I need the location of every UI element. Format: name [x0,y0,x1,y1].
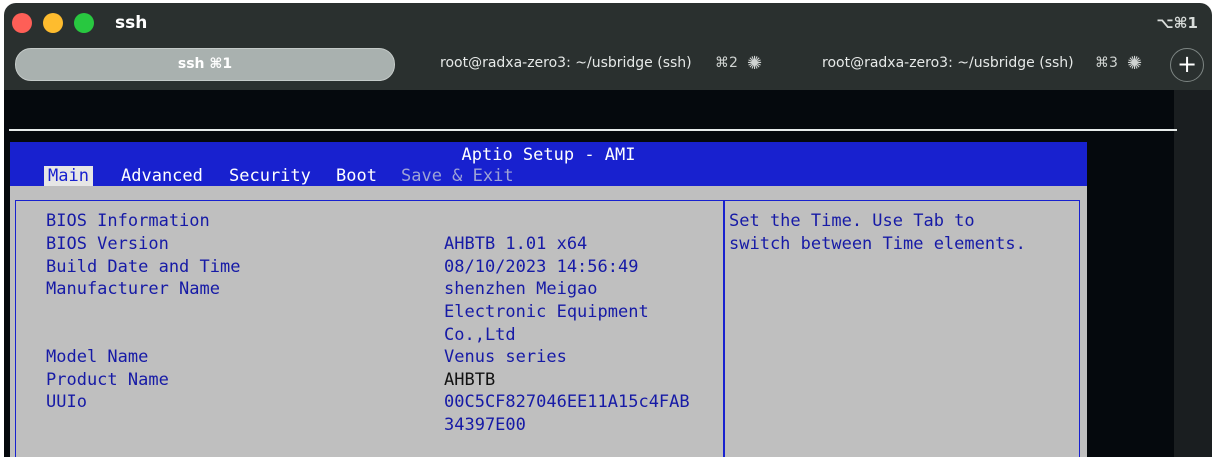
window-shortcut: ⌥⌘1 [1156,14,1198,32]
bios-info-heading: BIOS Information [46,211,210,231]
window-title: ssh [115,13,148,33]
product-name-value: AHBTB [444,370,496,390]
divider-line [9,129,1177,131]
uuid-value-line-2: 34397E00 [444,415,526,435]
help-panel: Set the Time. Use Tab to switch between … [724,200,1080,457]
bios-title: Aptio Setup - AMI [461,145,636,165]
bios-menu-save-exit[interactable]: Save & Exit [401,166,514,186]
new-tab-button[interactable]: + [1170,48,1204,82]
tab-label: root@radxa-zero3: ~/usbridge (ssh) [440,55,692,71]
bios-menu-boot[interactable]: Boot [336,166,377,186]
spinner-icon: ✺ [1127,53,1143,74]
bios-menu-security[interactable]: Security [229,166,311,186]
manufacturer-value-line-3: Co.,Ltd [444,325,516,345]
terminal-content[interactable]: Aptio Setup - AMI Main Advanced Security… [4,90,1212,457]
bios-info-panel: BIOS Information BIOS Version AHBTB 1.01… [15,200,724,457]
bios-menu-advanced[interactable]: Advanced [121,166,203,186]
uuid-value-line-1: 00C5CF827046EE11A15c4FAB [444,392,690,412]
tab-ssh-1[interactable]: ssh ⌘1 [15,48,395,81]
tab-label: ssh ⌘1 [177,56,233,72]
tab-ssh-2[interactable]: root@radxa-zero3: ~/usbridge (ssh) ⌘2 ✺ [440,48,770,79]
bios-setup-screen: Aptio Setup - AMI Main Advanced Security… [10,142,1087,457]
manufacturer-value-line-2: Electronic Equipment [444,302,649,322]
zoom-window-button[interactable] [74,13,94,33]
tab-shortcut: ⌘2 [715,55,738,71]
scrollbar[interactable] [1174,90,1212,457]
tab-shortcut: ⌘3 [1095,55,1118,71]
help-text-line-1: Set the Time. Use Tab to [729,211,975,231]
model-name-value: Venus series [444,347,567,367]
minimize-window-button[interactable] [43,13,63,33]
bios-version-value: AHBTB 1.01 x64 [444,234,588,254]
build-date-label: Build Date and Time [46,257,241,277]
model-name-label: Model Name [46,347,149,367]
product-name-label: Product Name [46,370,169,390]
terminal-window: ssh ⌥⌘1 ssh ⌘1 root@radxa-zero3: ~/usbri… [4,3,1212,457]
build-date-value[interactable]: 08/10/2023 14:56:49 [444,257,638,277]
manufacturer-label: Manufacturer Name [46,279,220,299]
help-text-line-2: switch between Time elements. [729,234,1026,254]
bios-version-label: BIOS Version [46,234,169,254]
manufacturer-value-line-1: shenzhen Meigao [444,279,598,299]
tab-ssh-3[interactable]: root@radxa-zero3: ~/usbridge (ssh) ⌘3 ✺ [822,48,1152,79]
bios-header: Aptio Setup - AMI Main Advanced Security… [10,142,1087,186]
bios-menu-main[interactable]: Main [44,166,93,186]
title-bar: ssh ⌥⌘1 [4,3,1212,43]
spinner-icon: ✺ [747,53,763,74]
uuid-label: UUIo [46,392,87,412]
tab-label: root@radxa-zero3: ~/usbridge (ssh) [822,55,1074,71]
plus-icon: + [1176,50,1198,78]
close-window-button[interactable] [12,13,32,33]
tab-bar: ssh ⌘1 root@radxa-zero3: ~/usbridge (ssh… [4,45,1212,83]
